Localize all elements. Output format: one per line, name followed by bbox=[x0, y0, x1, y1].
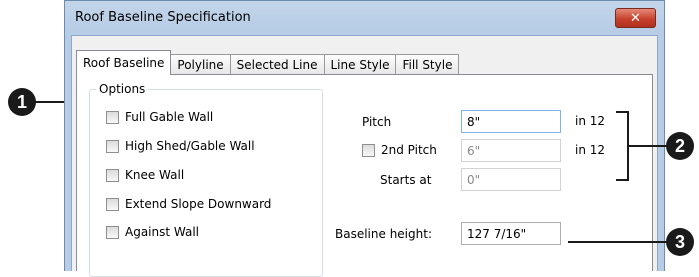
against-wall-option[interactable]: Against Wall bbox=[106, 225, 199, 239]
starts-at-label: Starts at bbox=[380, 173, 432, 187]
pitch-unit: in 12 bbox=[575, 114, 606, 128]
extend-slope-downward-checkbox[interactable] bbox=[106, 197, 119, 211]
against-wall-label: Against Wall bbox=[125, 225, 200, 239]
full-gable-wall-checkbox[interactable] bbox=[106, 110, 119, 124]
baseline-height-input[interactable]: 127 7/16" bbox=[461, 222, 561, 245]
tab-selected-line[interactable]: Selected Line bbox=[229, 54, 325, 75]
full-gable-wall-label: Full Gable Wall bbox=[125, 110, 214, 124]
knee-wall-checkbox[interactable] bbox=[106, 168, 119, 182]
high-shed-gable-wall-option[interactable]: High Shed/Gable Wall bbox=[106, 139, 255, 153]
knee-wall-option[interactable]: Knee Wall bbox=[106, 168, 184, 182]
tab-roof-baseline[interactable]: Roof Baseline bbox=[76, 50, 172, 75]
baseline-height-label: Baseline height: bbox=[335, 227, 432, 241]
second-pitch-option[interactable]: 2nd Pitch bbox=[362, 143, 437, 157]
roof-baseline-panel: Options Full Gable Wall High Shed/Gable … bbox=[76, 74, 653, 277]
title-bar: Roof Baseline Specification ✕ bbox=[65, 1, 664, 35]
starts-at-input[interactable]: 0" bbox=[461, 168, 561, 191]
options-group-label: Options bbox=[96, 82, 149, 96]
full-gable-wall-option[interactable]: Full Gable Wall bbox=[106, 110, 213, 124]
callout-1: 1 bbox=[8, 88, 36, 116]
high-shed-gable-wall-checkbox[interactable] bbox=[106, 139, 119, 153]
close-icon: ✕ bbox=[630, 10, 641, 26]
high-shed-gable-wall-label: High Shed/Gable Wall bbox=[125, 139, 255, 153]
close-button[interactable]: ✕ bbox=[615, 8, 656, 28]
tab-strip: Roof Baseline Polyline Selected Line Lin… bbox=[76, 50, 460, 75]
callout-3-leader bbox=[568, 241, 668, 243]
callout-2-bracket-bottom bbox=[616, 179, 628, 181]
dialog-client-area: Roof Baseline Polyline Selected Line Lin… bbox=[71, 35, 658, 277]
knee-wall-label: Knee Wall bbox=[125, 168, 185, 182]
dialog-window: Roof Baseline Specification ✕ Roof Basel… bbox=[64, 0, 665, 277]
options-group: Options Full Gable Wall High Shed/Gable … bbox=[89, 82, 323, 277]
pitch-input[interactable]: 8" bbox=[461, 110, 561, 133]
second-pitch-unit: in 12 bbox=[575, 143, 606, 157]
against-wall-checkbox[interactable] bbox=[106, 225, 119, 239]
tab-fill-style[interactable]: Fill Style bbox=[395, 54, 460, 75]
second-pitch-input[interactable]: 6" bbox=[461, 139, 561, 162]
pitch-label: Pitch bbox=[362, 115, 392, 129]
second-pitch-label: 2nd Pitch bbox=[381, 143, 437, 157]
callout-2-leader bbox=[629, 145, 669, 147]
extend-slope-downward-label: Extend Slope Downward bbox=[125, 197, 272, 211]
extend-slope-downward-option[interactable]: Extend Slope Downward bbox=[106, 197, 271, 211]
dialog-title: Roof Baseline Specification bbox=[75, 10, 251, 25]
callout-2: 2 bbox=[666, 132, 694, 160]
second-pitch-checkbox[interactable] bbox=[362, 143, 375, 157]
callout-3: 3 bbox=[666, 228, 694, 256]
tab-line-style[interactable]: Line Style bbox=[323, 54, 397, 75]
tab-polyline[interactable]: Polyline bbox=[170, 54, 231, 75]
